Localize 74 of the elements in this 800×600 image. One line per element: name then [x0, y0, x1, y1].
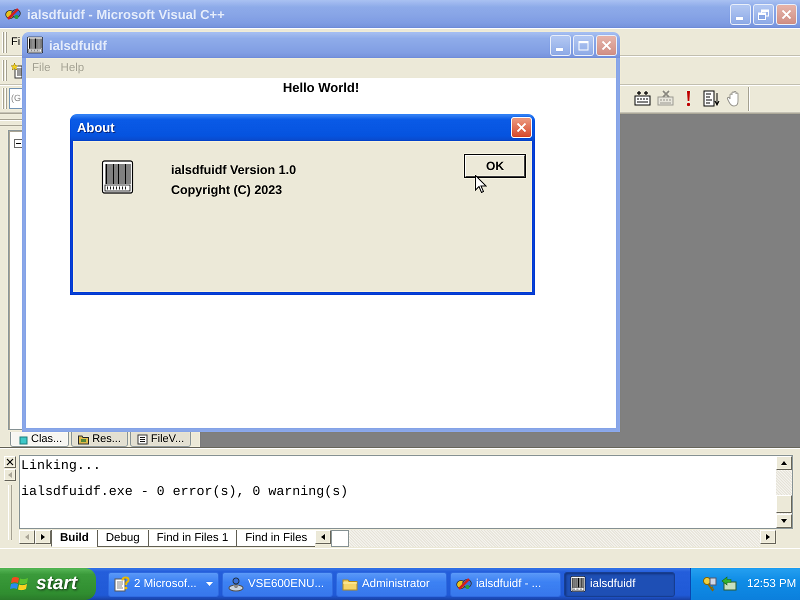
- barcode-icon: [27, 36, 43, 54]
- taskbar-button[interactable]: VSE600ENU...: [222, 572, 333, 596]
- list-down-arrow-icon[interactable]: [703, 90, 720, 108]
- clock-text: 12:53 PM: [747, 578, 796, 590]
- menu-item[interactable]: Fi: [11, 36, 20, 48]
- dialog-title: About: [77, 120, 115, 135]
- keys-icon[interactable]: [701, 576, 718, 592]
- network-icon[interactable]: [721, 576, 738, 592]
- barcode-icon: [570, 576, 586, 592]
- cube-icon: [17, 434, 28, 444]
- dock-button[interactable]: [4, 469, 16, 481]
- close-icon: [601, 40, 612, 50]
- taskbar-button[interactable]: ialsdfuidf - ...: [450, 572, 561, 596]
- app-logo-icon: [456, 576, 472, 592]
- output-line: Linking...: [21, 459, 101, 472]
- taskbar-button[interactable]: Administrator: [336, 572, 447, 596]
- scroll-right-button[interactable]: [760, 530, 776, 544]
- tab-label: Clas...: [31, 433, 62, 445]
- toolbar-grip[interactable]: [2, 32, 8, 53]
- drive-icon: [228, 576, 244, 592]
- scrollbar-thumb[interactable]: [331, 530, 350, 547]
- minimize-icon: [736, 16, 742, 20]
- left-arrow-icon: [319, 533, 328, 541]
- right-arrow-icon: [39, 533, 47, 541]
- workspace-tab[interactable]: FileV...: [130, 432, 192, 447]
- keyboard-cross-icon[interactable]: [657, 90, 674, 108]
- output-tab[interactable]: Build: [51, 530, 97, 547]
- help-document-icon: [114, 576, 130, 592]
- tab-scroll-right-button[interactable]: [35, 530, 51, 544]
- toolbar-grip[interactable]: [2, 60, 8, 81]
- message-text: Hello World!: [282, 80, 360, 95]
- window-title: ialsdfuidf: [49, 38, 107, 52]
- vertical-scrollbar[interactable]: [776, 456, 792, 528]
- mouse-pointer-icon: [475, 175, 487, 194]
- document-icon: [136, 434, 148, 444]
- scroll-down-button[interactable]: [776, 514, 792, 528]
- close-icon: [6, 458, 14, 466]
- output-tab[interactable]: Find in Files 1: [148, 530, 236, 547]
- tab-label: FileV...: [150, 433, 184, 445]
- workspace-tab[interactable]: Res...: [71, 432, 128, 447]
- right-arrow-icon: [764, 533, 772, 541]
- output-tab[interactable]: Debug: [96, 530, 148, 547]
- toolbar-grip[interactable]: [2, 88, 8, 110]
- collapse-box-icon[interactable]: [14, 139, 23, 148]
- start-button[interactable]: start: [0, 568, 96, 600]
- up-arrow-icon: [780, 459, 788, 467]
- workspace-tab[interactable]: Clas...: [10, 432, 70, 447]
- minimize-icon: [556, 48, 562, 50]
- new-document-icon[interactable]: [11, 62, 22, 79]
- taskbar-button[interactable]: ialsdfuidf: [564, 572, 675, 596]
- maximize-icon: [578, 40, 589, 50]
- ok-button[interactable]: OK: [465, 155, 525, 177]
- combo-box[interactable]: (G: [9, 88, 22, 110]
- output-tab[interactable]: Find in Files: [236, 530, 316, 547]
- output-line: ialsdfuidf.exe - 0 error(s), 0 warning(s): [21, 485, 348, 498]
- tab-label: Res...: [92, 433, 121, 445]
- app-logo-icon: [5, 6, 21, 22]
- barcode-icon: [101, 160, 134, 194]
- scroll-up-button[interactable]: [776, 456, 792, 470]
- tab-scroll-left-button[interactable]: [19, 530, 35, 544]
- scroll-left-button[interactable]: [315, 530, 332, 544]
- close-icon: [516, 122, 527, 133]
- taskbar-button[interactable]: 2 Microsof...: [108, 572, 219, 596]
- close-icon: [781, 8, 792, 20]
- restore-icon: [758, 8, 769, 20]
- left-arrow-icon: [23, 533, 31, 541]
- about-text: Copyright (C) 2023: [171, 182, 282, 199]
- window-title: ialsdfuidf - Microsoft Visual C++: [27, 6, 225, 22]
- folder-icon: [78, 434, 90, 444]
- about-text: ialsdfuidf Version 1.0: [171, 162, 296, 179]
- keyboard-icon[interactable]: [634, 90, 651, 108]
- left-arrow-icon: [6, 471, 14, 479]
- horizontal-scrollbar[interactable]: [349, 530, 760, 547]
- down-arrow-icon: [780, 517, 788, 525]
